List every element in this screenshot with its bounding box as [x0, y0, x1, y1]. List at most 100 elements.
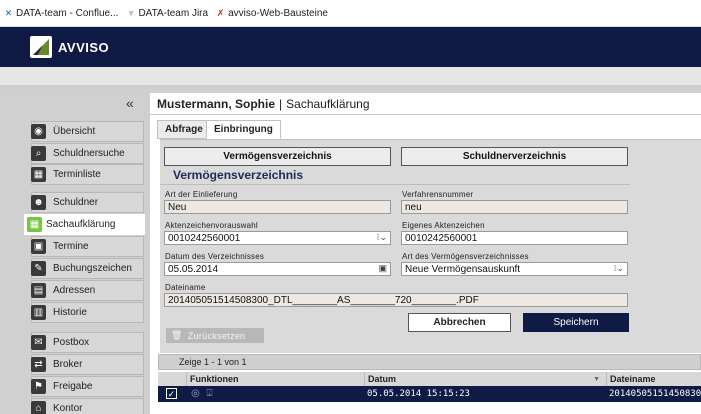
- sidebar-item-buchungszeichen[interactable]: ✎ Buchungszeichen: [31, 258, 144, 279]
- sidebar: « ◉ Übersicht ⌕ Schuldnersuche ▦ Terminl…: [0, 93, 145, 414]
- broker-icon: ⇄: [31, 357, 46, 372]
- trash-icon: 🗑: [171, 330, 183, 340]
- tab-einbringung[interactable]: Einbringung: [206, 120, 281, 139]
- postbox-icon: ✉: [31, 335, 46, 350]
- results-table: Zeige 1 - 1 von 1 Funktionen Datum ▼ Dat…: [158, 354, 701, 414]
- reset-button[interactable]: 🗑 Zurücksetzen: [166, 328, 264, 343]
- vermoegensverzeichnis-button[interactable]: Vermögensverzeichnis: [164, 147, 391, 166]
- section-name: Sachaufklärung: [286, 96, 370, 111]
- row-datum: 05.05.2014 15:15:23: [367, 389, 470, 399]
- tab-abfrage[interactable]: Abfrage: [157, 120, 211, 139]
- sidebar-item-freigabe[interactable]: ⚑ Freigabe: [31, 376, 144, 397]
- dateiname-field: 201405051514508300_DTL________AS________…: [164, 293, 628, 307]
- sidebar-item-broker[interactable]: ⇄ Broker: [31, 354, 144, 375]
- sidebar-item-uebersicht[interactable]: ◉ Übersicht: [31, 121, 144, 142]
- bookmark-avviso[interactable]: ✗ avviso-Web-Bausteine: [216, 8, 328, 19]
- history-icon: ▥: [31, 305, 46, 320]
- sub-header-bar: [0, 67, 701, 85]
- column-header-datum[interactable]: Datum ▼: [364, 372, 606, 386]
- sidebar-item-label: Historie: [53, 307, 87, 318]
- row-dateiname: 201405051514508300: [609, 389, 701, 399]
- art-einlieferung-field: Neu: [164, 200, 391, 214]
- title-separator: |: [279, 96, 283, 111]
- overview-icon: ◉: [31, 124, 46, 139]
- collapse-sidebar-button[interactable]: «: [126, 95, 134, 111]
- tab-bar: Abfrage Einbringung: [150, 115, 701, 139]
- art-verzeichnis-label: Art des Vermögensverzeichnisses: [402, 252, 529, 261]
- office-icon: ⌂: [31, 401, 46, 414]
- sidebar-item-terminliste[interactable]: ▦ Terminliste: [31, 164, 144, 185]
- sidebar-item-label: Schuldnersuche: [53, 148, 125, 159]
- eigenes-aktenzeichen-input[interactable]: 0010242560001: [401, 231, 628, 245]
- sidebar-item-postbox[interactable]: ✉ Postbox: [31, 332, 144, 353]
- verfahrensnummer-field: neu: [401, 200, 628, 214]
- aktenzeichenvorauswahl-value: 0010242560001: [168, 232, 241, 244]
- calendar-icon[interactable]: ▣: [378, 263, 387, 274]
- chevron-down-icon: ⁝⌄: [376, 232, 387, 242]
- aktenzeichenvorauswahl-select[interactable]: 0010242560001 ⁝⌄: [164, 231, 391, 245]
- bookmark-label: DATA-team Jira: [138, 7, 209, 19]
- sidebar-item-schuldner[interactable]: ☻ Schuldner: [31, 192, 144, 213]
- sort-icon: ▼: [593, 375, 600, 383]
- main-panel: Mustermann, Sophie | Sachaufklärung Abfr…: [150, 93, 701, 414]
- calendar-list-icon: ▦: [31, 167, 46, 182]
- sidebar-item-label: Terminliste: [53, 169, 101, 180]
- section-heading: Vermögensverzeichnis: [160, 166, 630, 185]
- sidebar-item-historie[interactable]: ▥ Historie: [31, 302, 144, 323]
- search-icon: ⌕: [31, 146, 46, 161]
- person-name: Mustermann, Sophie: [157, 96, 276, 111]
- bookmarks-bar: ✕ DATA-team - Conflue... ♆ DATA-team Jir…: [0, 0, 701, 27]
- avviso-logo-icon: [30, 36, 52, 58]
- sidebar-item-label: Postbox: [53, 337, 90, 348]
- grid-icon: ▦: [27, 217, 42, 232]
- art-verzeichnis-select[interactable]: Neue Vermögensauskunft ⁝⌄: [401, 262, 628, 276]
- sidebar-item-kontor[interactable]: ⌂ Kontor: [31, 398, 144, 414]
- sidebar-item-label: Termine: [53, 241, 89, 252]
- cancel-button[interactable]: Abbrechen: [408, 313, 511, 332]
- sidebar-item-label: Schuldner: [53, 197, 99, 208]
- jira-icon: ♆: [127, 7, 135, 18]
- column-header-dateiname[interactable]: Dateiname: [606, 372, 701, 386]
- art-verzeichnis-value: Neue Vermögensauskunft: [405, 263, 521, 275]
- column-header-label: Datum: [368, 374, 397, 384]
- bookmark-confluence[interactable]: ✕ DATA-team - Conflue...: [4, 7, 119, 19]
- download-icon[interactable]: ⍗: [204, 388, 215, 399]
- row-checkbox[interactable]: ✓: [166, 388, 177, 399]
- schuldnerverzeichnis-button[interactable]: Schuldnerverzeichnis: [401, 147, 628, 166]
- datum-input[interactable]: 05.05.2014 ▣: [164, 262, 391, 276]
- chevron-down-icon: ⁝⌄: [613, 263, 624, 273]
- sidebar-item-label: Adressen: [53, 285, 96, 296]
- app-header: AVVISO: [0, 27, 701, 67]
- column-header-funktionen[interactable]: Funktionen: [186, 372, 364, 386]
- sidebar-item-schuldnersuche[interactable]: ⌕ Schuldnersuche: [31, 143, 144, 164]
- art-einlieferung-label: Art der Einlieferung: [165, 190, 238, 199]
- confluence-icon: ✕: [4, 7, 13, 18]
- address-icon: ▤: [31, 283, 46, 298]
- datum-label: Datum des Verzeichnisses: [165, 252, 265, 261]
- einbringung-form: Vermögensverzeichnis Schuldnerverzeichni…: [160, 139, 701, 353]
- calendar-icon: ▣: [31, 239, 46, 254]
- page-title: Mustermann, Sophie | Sachaufklärung: [150, 93, 701, 115]
- sidebar-item-sachaufklaerung[interactable]: ▦ Sachaufklärung: [24, 214, 145, 235]
- sidebar-item-label: Freigabe: [53, 381, 93, 392]
- sidebar-item-label: Sachaufklärung: [46, 219, 116, 230]
- booking-icon: ✎: [31, 261, 46, 276]
- app-name: AVVISO: [58, 39, 110, 55]
- table-row[interactable]: ✓ ◎ ⍗ 05.05.2014 15:15:23 20140505151450…: [158, 386, 701, 402]
- view-icon[interactable]: ◎: [190, 388, 201, 399]
- sidebar-item-adressen[interactable]: ▤ Adressen: [31, 280, 144, 301]
- table-header: Funktionen Datum ▼ Dateiname: [158, 372, 701, 386]
- sidebar-item-termine[interactable]: ▣ Termine: [31, 236, 144, 257]
- dateiname-label: Dateiname: [165, 283, 206, 292]
- verfahrensnummer-label: Verfahrensnummer: [402, 190, 474, 199]
- bookmark-label: avviso-Web-Bausteine: [228, 7, 328, 19]
- sidebar-item-label: Broker: [53, 359, 83, 370]
- save-button[interactable]: Speichern: [523, 313, 629, 332]
- datum-value: 05.05.2014: [168, 263, 219, 275]
- person-icon: ☻: [31, 195, 46, 210]
- pager-info: Zeige 1 - 1 von 1: [158, 354, 701, 370]
- bookmark-label: DATA-team - Conflue...: [16, 7, 119, 19]
- bookmark-jira[interactable]: ♆ DATA-team Jira: [126, 7, 209, 19]
- sidebar-item-label: Kontor: [53, 403, 83, 414]
- avviso-icon: ✗: [216, 7, 225, 18]
